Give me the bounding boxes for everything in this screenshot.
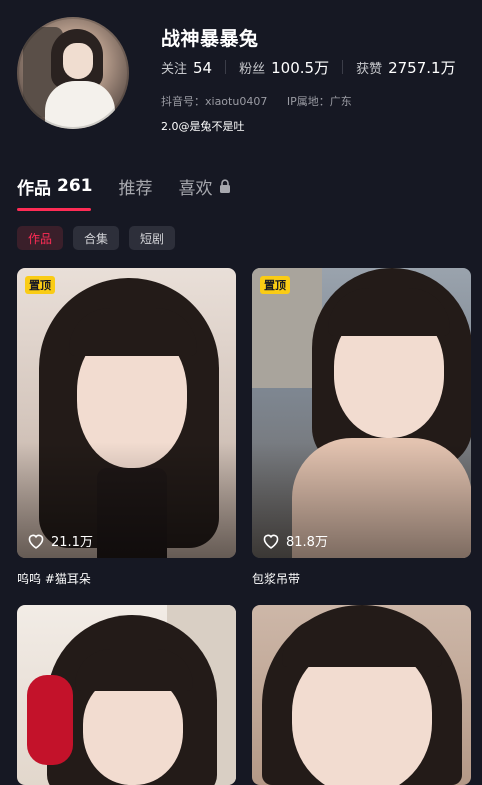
video-thumbnail[interactable] (17, 605, 236, 785)
stat-likes: 获赞 2757.1万 (356, 58, 456, 77)
chip-works[interactable]: 作品 (17, 226, 64, 250)
video-card[interactable]: 置顶 21.1万 呜呜 #猫耳朵 (17, 268, 236, 587)
like-count: 21.1万 (27, 531, 93, 550)
pinned-badge: 置顶 (25, 276, 55, 294)
video-card[interactable] (252, 605, 471, 785)
stat-divider (342, 60, 344, 74)
profile-stats: 关注 54 粉丝 100.5万 获赞 2757.1万 (161, 57, 456, 77)
chip-collections[interactable]: 合集 (73, 226, 120, 250)
tab-likes[interactable]: 喜欢 (179, 172, 231, 200)
douyin-id: 抖音号：xiaotu0407 (161, 95, 268, 108)
stat-divider (225, 60, 227, 74)
profile-name: 战神暴暴兔 (161, 28, 259, 50)
chip-short-drama[interactable]: 短剧 (129, 226, 176, 250)
pinned-badge: 置顶 (260, 276, 290, 294)
filter-chips: 作品 合集 短剧 (17, 226, 185, 250)
profile-header: 战神暴暴兔 关注 54 粉丝 100.5万 获赞 2757.1万 抖音号：xia… (0, 0, 482, 160)
video-caption[interactable]: 呜呜 #猫耳朵 (17, 570, 236, 587)
video-caption[interactable]: 包浆吊带 (252, 570, 471, 587)
tab-works[interactable]: 作品 261 (17, 172, 93, 200)
lock-icon (219, 179, 231, 193)
profile-meta: 抖音号：xiaotu0407 IP属地：广东 (161, 93, 352, 109)
video-thumbnail[interactable]: 置顶 21.1万 (17, 268, 236, 558)
video-thumbnail[interactable]: 置顶 81.8万 (252, 268, 471, 558)
tab-recommend[interactable]: 推荐 (119, 172, 153, 200)
heart-icon (263, 534, 279, 549)
active-tab-indicator (17, 208, 91, 211)
video-thumbnail[interactable] (252, 605, 471, 785)
avatar[interactable] (17, 17, 129, 129)
ip-location: IP属地：广东 (286, 95, 352, 108)
profile-bio: 2.0@是兔不是吐 (161, 120, 245, 133)
works-count: 261 (57, 176, 93, 196)
stat-following[interactable]: 关注 54 (161, 58, 212, 77)
video-card[interactable] (17, 605, 236, 785)
profile-tabs: 作品 261 推荐 喜欢 (17, 172, 257, 212)
stat-followers[interactable]: 粉丝 100.5万 (239, 57, 329, 78)
video-card[interactable]: 置顶 81.8万 包浆吊带 (252, 268, 471, 587)
heart-icon (28, 534, 44, 549)
like-count: 81.8万 (262, 531, 328, 550)
